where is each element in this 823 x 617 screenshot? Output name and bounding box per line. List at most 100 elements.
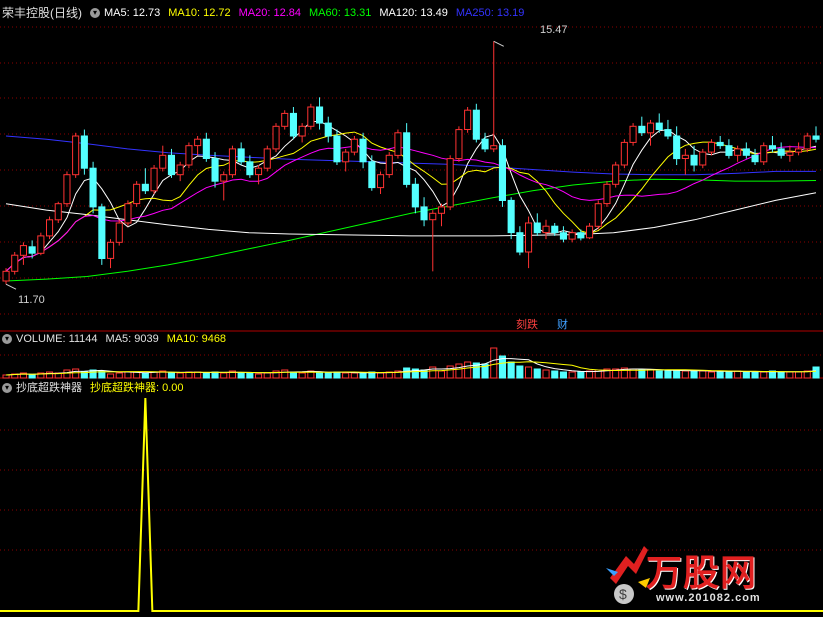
- candle: [603, 181, 611, 207]
- candle-body: [673, 135, 681, 160]
- candle: [228, 145, 236, 178]
- volume-panel: [2, 347, 820, 379]
- candle: [533, 213, 541, 236]
- candle: [324, 116, 332, 143]
- candle: [411, 177, 419, 214]
- volume-bar: [464, 361, 472, 379]
- candle: [159, 145, 167, 172]
- high-marker: [493, 40, 504, 47]
- candle-body: [777, 148, 785, 156]
- candle-body: [690, 154, 698, 166]
- volume-bar: [377, 372, 385, 379]
- stock-name: 荣丰控股(日线): [2, 6, 82, 20]
- collapse-icon[interactable]: ▾: [2, 383, 12, 393]
- volume-bar: [507, 361, 515, 379]
- candle: [638, 116, 646, 136]
- candle-body: [725, 145, 733, 156]
- candle-body: [594, 203, 602, 227]
- volume-bar: [559, 371, 568, 379]
- candle: [725, 139, 733, 159]
- watermark-logo: $ 万股网 www.201082.com: [604, 538, 804, 610]
- volume-bar: [655, 370, 663, 379]
- volume-bar: [647, 369, 655, 379]
- candle-body: [115, 222, 123, 243]
- candle: [437, 203, 445, 227]
- volume-bar: [673, 369, 681, 379]
- candle: [2, 268, 10, 285]
- collapse-icon[interactable]: ▾: [2, 334, 12, 344]
- candle-body: [220, 174, 228, 182]
- candle: [516, 226, 524, 256]
- volume-bar: [324, 372, 332, 379]
- candle-body: [734, 148, 742, 156]
- candle-body: [603, 183, 611, 205]
- candle-body: [63, 174, 71, 205]
- candle: [673, 126, 681, 165]
- candle-body: [559, 232, 568, 240]
- candle: [307, 103, 315, 130]
- ma-legend-item: MA120: 13.49: [379, 7, 448, 19]
- collapse-icon[interactable]: ▾: [90, 8, 100, 18]
- high-price-label: 15.47: [540, 24, 568, 36]
- candle-body: [394, 132, 402, 156]
- candle: [551, 223, 559, 236]
- candle-body: [437, 206, 445, 214]
- volume-ma10: MA10: 9468: [166, 333, 227, 345]
- candle-body: [54, 203, 62, 221]
- candle: [316, 97, 324, 130]
- volume-bar: [751, 371, 759, 379]
- candle: [455, 126, 463, 162]
- volume-bar: [742, 371, 750, 379]
- price-header: 荣丰控股(日线) ▾ MA5: 12.73 MA10: 12.72 MA20: 12…: [2, 6, 532, 20]
- candle: [559, 226, 568, 243]
- candle-body: [629, 125, 637, 143]
- candle: [664, 119, 672, 140]
- candle: [394, 129, 402, 159]
- candle: [403, 123, 411, 188]
- volume-bar: [577, 371, 585, 379]
- volume-bar: [281, 369, 289, 379]
- candle-body: [211, 158, 219, 182]
- event-tag-finance[interactable]: 财: [557, 316, 568, 332]
- candle: [507, 197, 515, 240]
- candle: [655, 113, 663, 133]
- event-tag-drop[interactable]: 刻跌: [516, 316, 538, 332]
- volume-title: VOLUME: 11144: [16, 333, 98, 345]
- volume-bar: [141, 372, 149, 379]
- candle: [812, 126, 820, 143]
- candle-body: [446, 158, 454, 208]
- volume-bar: [167, 372, 175, 379]
- candle-body: [237, 148, 245, 163]
- candle: [760, 142, 768, 165]
- candle: [786, 145, 794, 162]
- candle-body: [202, 138, 210, 159]
- candle-body: [533, 222, 541, 234]
- candle-body: [159, 154, 167, 169]
- candle-body: [786, 151, 794, 156]
- candle: [185, 142, 193, 169]
- grid-lines: [0, 26, 823, 551]
- candle-body: [141, 183, 149, 192]
- candle-body: [28, 246, 36, 254]
- ma-line-ma60: [5, 178, 817, 282]
- candle-body: [551, 225, 559, 234]
- candle: [429, 210, 437, 272]
- candle: [681, 148, 689, 175]
- candle-body: [620, 141, 628, 166]
- candle-body: [707, 141, 716, 153]
- ma-legend-item: MA250: 13.19: [455, 7, 525, 19]
- candle-body: [507, 199, 515, 234]
- candle: [795, 142, 803, 156]
- candle-body: [255, 167, 263, 176]
- candle-body: [647, 122, 655, 134]
- candle-body: [246, 161, 254, 176]
- candle: [464, 107, 472, 133]
- candle-body: [350, 138, 358, 153]
- candle-body: [11, 254, 19, 272]
- candle-body: [307, 106, 315, 127]
- volume-bar: [795, 371, 803, 379]
- candle: [612, 161, 620, 188]
- candle-body: [429, 212, 437, 221]
- candle: [420, 197, 428, 227]
- candle: [115, 219, 123, 246]
